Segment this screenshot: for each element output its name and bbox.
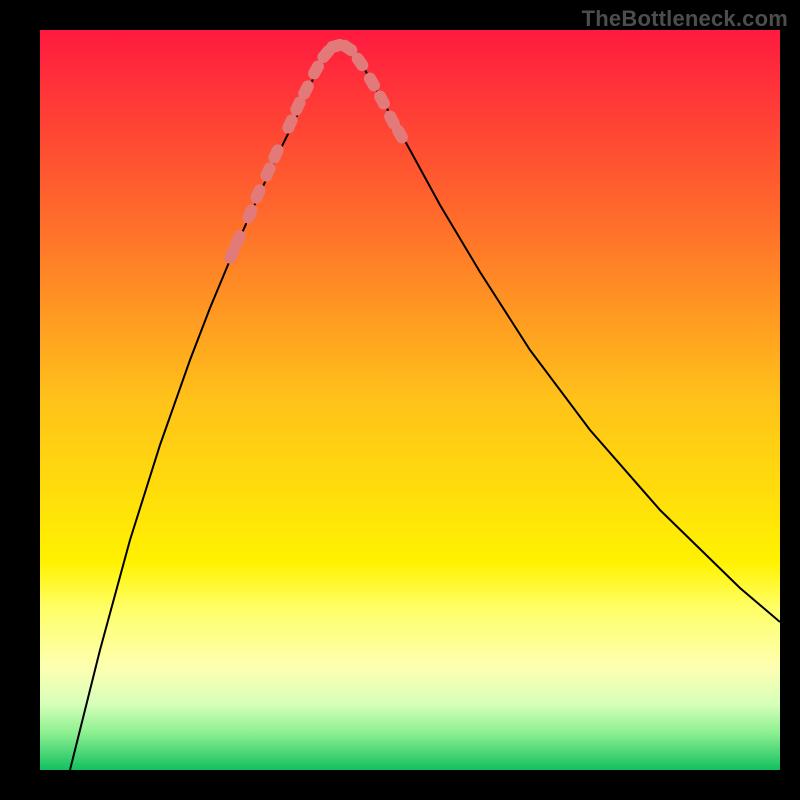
gradient-background [40, 30, 780, 770]
plot-area [40, 30, 780, 770]
chart-frame: TheBottleneck.com [0, 0, 800, 800]
chart-svg [40, 30, 780, 770]
watermark-text: TheBottleneck.com [582, 6, 788, 32]
